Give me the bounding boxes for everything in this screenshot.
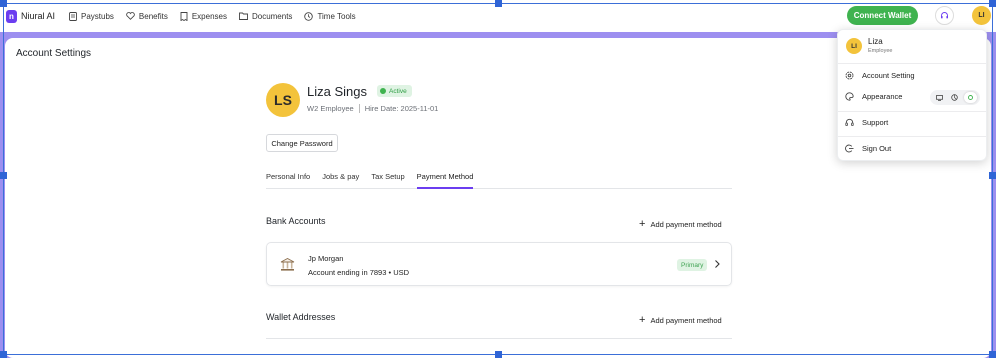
menu-item-label: Sign Out bbox=[862, 144, 892, 153]
change-password-button[interactable]: Change Password bbox=[266, 134, 338, 152]
status-badge: Active bbox=[377, 85, 412, 97]
headset-icon bbox=[845, 118, 854, 126]
menu-item-label: Support bbox=[862, 118, 889, 127]
resize-handle-top-right[interactable] bbox=[989, 0, 996, 7]
status-label: Active bbox=[389, 87, 407, 95]
palette-icon bbox=[845, 92, 854, 101]
resize-handle-top[interactable] bbox=[495, 0, 502, 7]
hire-date: Hire Date: 2025-11-01 bbox=[364, 104, 439, 113]
menu-item-label: Account Setting bbox=[862, 71, 915, 80]
add-label: Add payment method bbox=[650, 316, 722, 325]
nav-item-documents[interactable]: Documents bbox=[239, 12, 292, 21]
theme-option-system[interactable] bbox=[933, 92, 946, 103]
profile-name: Liza Sings bbox=[307, 84, 367, 99]
plus-icon: + bbox=[639, 218, 646, 230]
account-details: Account ending in 7893 • USD bbox=[308, 268, 409, 277]
menu-item-appearance[interactable]: Appearance bbox=[845, 92, 902, 101]
resize-handle-bottom[interactable] bbox=[495, 351, 502, 358]
nav-label: Paystubs bbox=[81, 11, 114, 21]
nav-item-paystubs[interactable]: Paystubs bbox=[69, 12, 114, 21]
nav-label: Expenses bbox=[191, 11, 227, 21]
bank-name: Jp Morgan bbox=[308, 254, 344, 263]
support-button[interactable] bbox=[935, 6, 954, 25]
theme-option-dark[interactable] bbox=[948, 92, 961, 103]
user-avatar-button[interactable]: LI bbox=[972, 6, 991, 25]
bank-icon bbox=[280, 257, 295, 271]
menu-divider bbox=[838, 111, 986, 112]
menu-user-name: Liza bbox=[868, 37, 883, 46]
plus-icon: + bbox=[639, 314, 646, 326]
menu-user-role: Employee bbox=[868, 48, 893, 54]
sun-icon bbox=[967, 95, 973, 100]
menu-divider bbox=[838, 63, 986, 64]
employee-type: W2 Employee bbox=[307, 104, 354, 113]
profile-meta: W2 Employee Hire Date: 2025-11-01 bbox=[307, 104, 438, 113]
tab-personal-info[interactable]: Personal Info bbox=[266, 172, 310, 189]
menu-item-sign-out[interactable]: Sign Out bbox=[845, 144, 891, 153]
account-currency: • USD bbox=[388, 268, 410, 277]
resize-handle-bottom-right[interactable] bbox=[989, 351, 996, 358]
account-ending: Account ending in 7893 bbox=[308, 268, 387, 277]
headset-icon bbox=[941, 12, 948, 19]
profile-avatar: LS bbox=[266, 83, 300, 117]
gear-icon bbox=[845, 71, 854, 80]
tab-jobs-pay[interactable]: Jobs & pay bbox=[322, 172, 359, 189]
receipt-icon bbox=[180, 11, 188, 21]
theme-option-light[interactable] bbox=[963, 92, 977, 103]
nav-label: Documents bbox=[251, 11, 293, 21]
menu-avatar: LI bbox=[846, 38, 862, 54]
sign-out-icon bbox=[845, 144, 854, 153]
section-divider bbox=[266, 338, 732, 339]
nav-label: Time Tools bbox=[317, 11, 356, 21]
theme-toggle bbox=[930, 90, 980, 105]
add-label: Add payment method bbox=[650, 220, 722, 229]
menu-item-label: Appearance bbox=[862, 92, 903, 101]
bank-account-card[interactable]: Jp Morgan Account ending in 7893 • USD P… bbox=[266, 242, 732, 286]
folder-icon bbox=[239, 12, 248, 20]
resize-handle-right[interactable] bbox=[989, 172, 996, 179]
user-dropdown-menu: LI Liza Employee Account Setting Appeara… bbox=[837, 29, 987, 161]
clock-icon bbox=[304, 11, 314, 21]
wallet-addresses-title: Wallet Addresses bbox=[266, 312, 336, 322]
brand-logo-icon: n bbox=[6, 9, 17, 23]
nav-item-benefits[interactable]: Benefits bbox=[126, 12, 168, 21]
tab-payment-method[interactable]: Payment Method bbox=[416, 172, 474, 189]
main-nav: Paystubs Benefits Expenses Documents Tim… bbox=[69, 12, 368, 21]
primary-badge: Primary bbox=[677, 259, 708, 271]
check-circle-icon bbox=[380, 88, 386, 94]
brand-name: Niural AI bbox=[21, 11, 56, 21]
resize-handle-bottom-left[interactable] bbox=[0, 351, 7, 358]
tab-tax-setup[interactable]: Tax Setup bbox=[371, 172, 404, 189]
monitor-icon bbox=[936, 94, 944, 101]
nav-item-expenses[interactable]: Expenses bbox=[180, 12, 227, 21]
menu-item-support[interactable]: Support bbox=[845, 118, 888, 127]
menu-item-account-setting[interactable]: Account Setting bbox=[845, 71, 915, 80]
add-wallet-payment-method-button[interactable]: + Add payment method bbox=[639, 315, 722, 326]
brand[interactable]: n Niural AI bbox=[6, 9, 56, 23]
page-title: Account Settings bbox=[16, 48, 92, 59]
add-bank-payment-method-button[interactable]: + Add payment method bbox=[639, 219, 722, 230]
connect-wallet-button[interactable]: Connect Wallet bbox=[847, 6, 918, 25]
document-icon bbox=[69, 11, 77, 21]
heart-icon bbox=[126, 12, 135, 20]
moon-icon bbox=[951, 94, 959, 101]
nav-label: Benefits bbox=[138, 11, 168, 21]
settings-tabs: Personal Info Jobs & pay Tax Setup Payme… bbox=[266, 172, 732, 189]
meta-divider bbox=[358, 104, 360, 113]
resize-handle-top-left[interactable] bbox=[0, 0, 7, 7]
menu-divider bbox=[838, 136, 986, 137]
resize-handle-left[interactable] bbox=[0, 172, 7, 179]
nav-item-time-tools[interactable]: Time Tools bbox=[304, 11, 356, 21]
chevron-right-icon[interactable] bbox=[713, 259, 721, 269]
bank-accounts-title: Bank Accounts bbox=[266, 216, 326, 226]
